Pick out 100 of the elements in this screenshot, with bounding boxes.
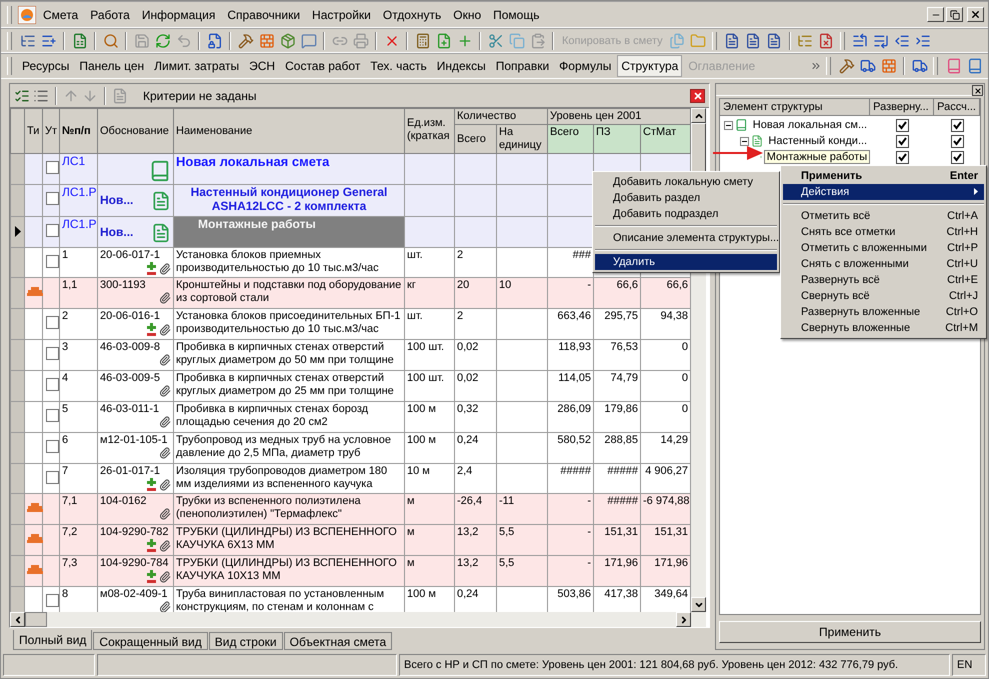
view-tab[interactable]: Ресурсы — [18, 55, 74, 77]
checkbox[interactable] — [950, 118, 964, 132]
column-header[interactable]: Обоснование — [98, 108, 174, 154]
file-plus-icon[interactable] — [436, 32, 452, 48]
scroll-up-button[interactable] — [691, 108, 706, 123]
menu-item[interactable]: Свернуть всё Ctrl+J — [783, 288, 984, 304]
view-tab[interactable]: ЭСН — [245, 55, 280, 77]
scroll-left-button[interactable] — [10, 612, 25, 627]
checkbox[interactable] — [950, 150, 964, 164]
menu-item[interactable]: Добавить локальную смету — [595, 174, 777, 190]
checkbox[interactable] — [46, 347, 59, 360]
refresh-icon[interactable] — [154, 32, 170, 48]
menu-item[interactable]: Справочники — [222, 6, 306, 24]
bricks-icon[interactable] — [258, 32, 274, 48]
checkbox[interactable] — [896, 134, 909, 148]
speech-bubble-icon[interactable] — [300, 32, 316, 48]
menu-item[interactable]: Развернуть всё Ctrl+E — [783, 272, 984, 288]
restore-button[interactable] — [946, 7, 963, 22]
menu-item[interactable]: Удалить — [595, 254, 777, 270]
menu-item[interactable]: Отметить всё Ctrl+A — [783, 208, 984, 224]
column-header[interactable]: Рассч... — [934, 99, 980, 116]
checkbox[interactable] — [896, 150, 909, 164]
apply-button[interactable]: Применить — [719, 621, 981, 643]
scrollbar-thumb[interactable] — [25, 612, 47, 627]
checkbox[interactable] — [46, 440, 59, 453]
tree-item[interactable]: Настенный конди... — [765, 134, 870, 148]
book-icon[interactable] — [966, 58, 982, 74]
column-header[interactable]: №п/п — [60, 108, 98, 154]
column-header[interactable]: Всего — [548, 124, 594, 154]
menu-item[interactable]: Отдохнуть — [378, 6, 446, 24]
column-header[interactable]: На единицу — [496, 124, 548, 154]
scroll-down-button[interactable] — [691, 597, 706, 612]
menu-item[interactable]: Окно — [448, 6, 486, 24]
menu-item[interactable]: Развернуть вложенные Ctrl+O — [783, 304, 984, 320]
book-icon[interactable] — [946, 58, 962, 74]
cut-icon[interactable] — [488, 32, 504, 48]
checkbox[interactable] — [46, 594, 59, 608]
column-header[interactable]: ПЗ — [594, 124, 641, 154]
column-header[interactable]: Ут — [42, 108, 60, 154]
menu-item[interactable]: Описание элемента структуры... — [595, 230, 777, 246]
minimize-button[interactable] — [927, 7, 944, 22]
indent-icon[interactable] — [852, 32, 868, 48]
spreadsheet-icon[interactable] — [72, 32, 88, 48]
column-header[interactable]: Количество — [454, 108, 548, 124]
bricks-icon[interactable] — [880, 58, 896, 74]
column-header[interactable]: СтМат — [640, 124, 691, 154]
hammer-icon[interactable] — [238, 32, 254, 48]
list-icon[interactable] — [33, 88, 49, 104]
checkbox[interactable] — [46, 378, 59, 392]
column-header[interactable]: Элемент структуры — [720, 99, 870, 116]
tree-add-icon[interactable] — [40, 32, 56, 48]
document-icon[interactable] — [745, 32, 762, 48]
close-button[interactable] — [690, 88, 706, 102]
indent-increase-icon[interactable] — [915, 32, 932, 48]
close-button[interactable] — [972, 85, 983, 96]
menu-item[interactable]: Помощь — [488, 6, 544, 24]
menu-item[interactable]: Снять все отметки Ctrl+H — [783, 224, 984, 240]
view-tab[interactable]: Поправки — [492, 55, 554, 77]
menu-item[interactable]: Применить Enter — [783, 168, 984, 184]
column-header[interactable]: Всего — [454, 124, 496, 154]
hammer-icon[interactable] — [838, 58, 854, 74]
menu-item[interactable]: Работа — [85, 6, 135, 24]
scroll-right-button[interactable] — [676, 612, 692, 627]
view-tab[interactable]: Полный вид — [13, 630, 92, 650]
view-tab[interactable]: Панель цен — [75, 55, 148, 77]
column-header[interactable]: Разверну... — [870, 99, 934, 116]
more-icon[interactable] — [810, 60, 822, 72]
checkbox[interactable] — [950, 134, 964, 148]
menu-item[interactable]: Добавить подраздел — [595, 206, 777, 222]
plus-icon[interactable] — [456, 32, 472, 48]
outdent-icon[interactable] — [873, 32, 890, 48]
menu-item[interactable]: Смета — [38, 6, 84, 24]
checkbox[interactable] — [46, 470, 59, 484]
checkbox[interactable] — [896, 118, 909, 132]
view-tab[interactable]: Объектная смета — [284, 632, 392, 650]
document-lock-icon[interactable] — [206, 32, 222, 48]
indent-decrease-icon[interactable] — [894, 32, 910, 48]
view-tab[interactable]: Индексы — [432, 55, 490, 77]
view-tab[interactable]: Формулы — [555, 55, 616, 77]
column-header[interactable]: Ти — [24, 108, 42, 154]
calculator-icon[interactable] — [414, 32, 430, 48]
view-tab[interactable]: Вид строки — [208, 632, 283, 650]
view-tab[interactable]: Структура — [617, 55, 682, 77]
collapse-icon[interactable] — [740, 136, 750, 146]
menu-item[interactable]: Свернуть вложенные Ctrl+M — [783, 320, 984, 336]
menu-item[interactable]: Добавить раздел — [595, 190, 777, 206]
collapse-icon[interactable] — [724, 120, 734, 130]
menu-item[interactable]: Информация — [136, 6, 220, 24]
tree-list-icon[interactable] — [20, 32, 36, 48]
checkbox[interactable] — [46, 192, 59, 205]
menu-item[interactable]: Действия — [783, 184, 984, 200]
checkbox[interactable] — [46, 408, 59, 422]
truck-icon[interactable] — [912, 58, 928, 74]
document-icon[interactable] — [724, 32, 740, 48]
app-logo-icon[interactable] — [18, 6, 36, 24]
checkbox[interactable] — [46, 254, 59, 268]
menu-item[interactable]: Отметить с вложенными Ctrl+P — [783, 240, 984, 256]
checkbox[interactable] — [46, 161, 59, 174]
tree-item[interactable]: Новая локальная см... — [750, 118, 870, 132]
column-header[interactable]: Ед.изм. (краткая — [404, 108, 454, 154]
